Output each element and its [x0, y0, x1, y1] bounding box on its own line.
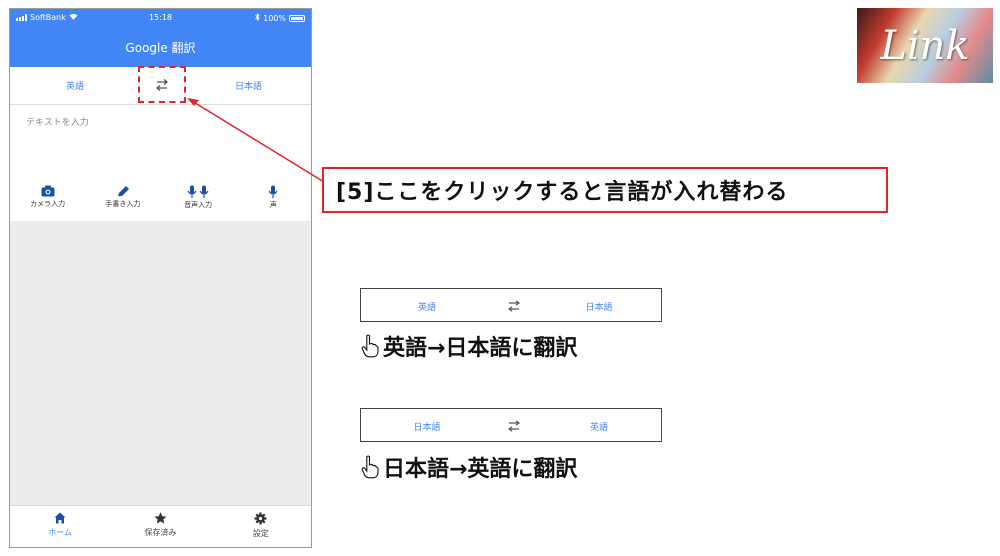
nav-label: ホーム: [48, 528, 73, 537]
phone-screen: SoftBank 15:18 100% Google 翻訳 英語 日本語 テキス…: [9, 8, 312, 548]
target-language-button[interactable]: 日本語: [184, 79, 311, 92]
speak-button[interactable]: 声: [236, 185, 311, 210]
app-title: Google 翻訳: [10, 27, 311, 67]
star-icon: [154, 512, 167, 524]
tool-label: 声: [269, 201, 277, 209]
gear-icon: [254, 512, 267, 525]
bottom-navigation: ホーム 保存済み 設定: [10, 505, 311, 547]
nav-label: 設定: [252, 529, 269, 538]
source-language-button[interactable]: 英語: [10, 79, 140, 92]
nav-home[interactable]: ホーム: [10, 506, 110, 547]
camera-input-button[interactable]: カメラ入力: [10, 185, 85, 210]
bluetooth-icon: [255, 12, 260, 23]
battery-status: 100%: [255, 12, 305, 23]
example-target: 英語: [589, 423, 608, 433]
home-icon: [54, 512, 66, 524]
example-language-bar-2: 日本語 英語: [360, 408, 662, 442]
example-source: 日本語: [413, 423, 441, 433]
battery-label: 100%: [263, 13, 286, 23]
input-placeholder: テキストを入力: [26, 118, 89, 128]
battery-icon: [289, 14, 305, 22]
nav-settings[interactable]: 設定: [211, 506, 311, 547]
tool-label: 音声入力: [184, 201, 213, 209]
pointing-hand-icon: [361, 455, 379, 479]
dual-mic-icon: [187, 185, 209, 198]
nav-label: 保存済み: [144, 528, 177, 537]
handwriting-input-button[interactable]: 手書き入力: [85, 185, 160, 210]
pen-icon: [117, 186, 129, 196]
tool-label: 手書き入力: [105, 200, 141, 208]
link-logo: Link: [857, 8, 993, 83]
swap-arrows-icon: [505, 299, 523, 316]
status-bar: SoftBank 15:18 100%: [10, 9, 311, 27]
caption-text: 英語→日本語に翻訳: [383, 336, 578, 361]
example-caption-2: 日本語→英語に翻訳: [361, 451, 577, 483]
example-language-bar-1: 英語 日本語: [360, 288, 662, 322]
swap-arrows-icon: [155, 79, 169, 91]
logo-text: Link: [880, 22, 970, 69]
mic-icon: [268, 185, 278, 198]
pointing-hand-icon: [361, 334, 379, 358]
example-caption-1: 英語→日本語に翻訳: [361, 330, 577, 362]
text-input-area[interactable]: テキストを入力 カメラ入力 手書き入力 音声入力 声: [10, 105, 311, 221]
nav-saved[interactable]: 保存済み: [110, 506, 210, 547]
callout-box: [5]ここをクリックすると言語が入れ替わる: [322, 167, 888, 213]
example-source: 英語: [417, 303, 436, 313]
swap-arrows-icon: [505, 419, 523, 436]
language-bar: 英語 日本語: [10, 67, 311, 105]
caption-text: 日本語→英語に翻訳: [383, 457, 578, 482]
voice-input-button[interactable]: 音声入力: [161, 185, 236, 210]
camera-icon: [41, 185, 55, 197]
input-tools: カメラ入力 手書き入力 音声入力 声: [10, 185, 311, 210]
example-target: 日本語: [585, 303, 613, 313]
tool-label: カメラ入力: [30, 200, 66, 208]
swap-languages-button[interactable]: [152, 77, 172, 93]
